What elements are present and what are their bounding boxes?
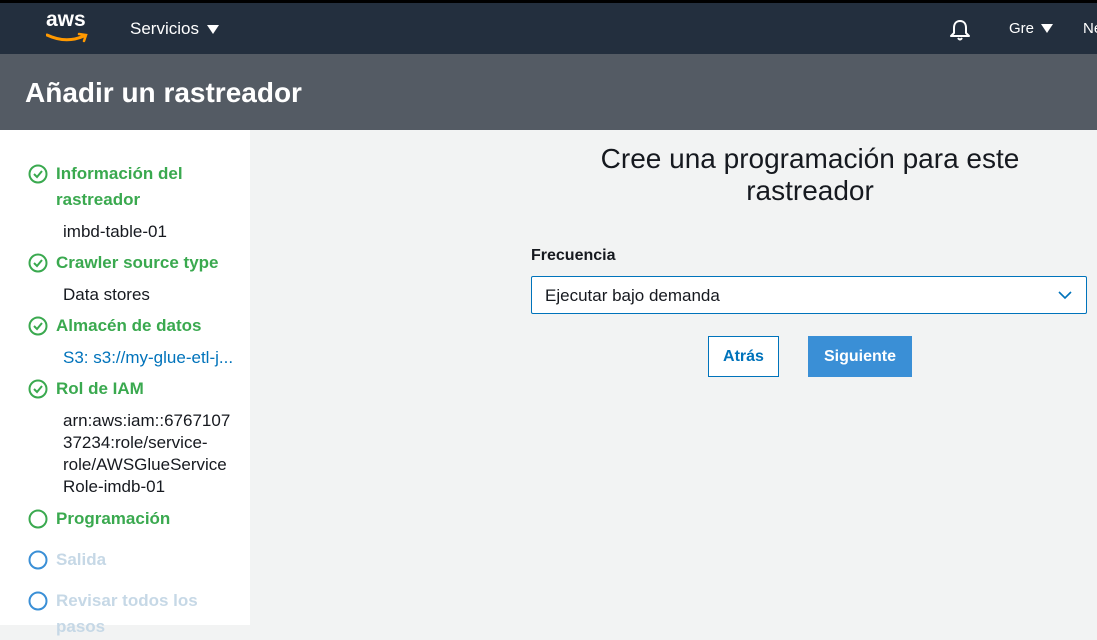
step-label: Crawler source type xyxy=(56,253,219,272)
frequency-label: Frecuencia xyxy=(531,247,616,264)
services-menu[interactable]: Servicios xyxy=(130,19,219,39)
empty-circle-icon xyxy=(28,591,48,611)
wizard-steps-sidebar: Información del rastreador imbd-table-01… xyxy=(0,130,250,636)
step-schedule[interactable]: Programación xyxy=(28,509,243,532)
top-navigation-bar: aws Servicios Gre Ne xyxy=(0,0,1097,54)
step-iam-role[interactable]: Rol de IAM arn:aws:iam::6767107 37234:ro… xyxy=(28,379,243,498)
truncated-nav-item[interactable]: Ne xyxy=(1083,20,1097,37)
frequency-value: Ejecutar bajo demanda xyxy=(545,286,720,305)
window-edge xyxy=(0,0,1097,3)
step-output[interactable]: Salida xyxy=(28,550,243,573)
chevron-down-icon xyxy=(1058,291,1072,300)
iam-arn-line: arn:aws:iam::6767107 xyxy=(63,411,231,430)
services-label: Servicios xyxy=(130,19,199,38)
step-data-store[interactable]: Almacén de datos S3: s3://my-glue-etl-j.… xyxy=(28,316,243,369)
region-menu[interactable]: Gre xyxy=(1009,20,1054,37)
step-label: Rol de IAM xyxy=(56,379,144,398)
heading-line: rastreador xyxy=(746,175,874,206)
aws-smile-icon xyxy=(46,32,88,43)
caret-down-icon xyxy=(1041,24,1054,33)
frequency-select[interactable]: Ejecutar bajo demanda xyxy=(531,276,1087,314)
schedule-heading: Cree una programación para este rastread… xyxy=(560,143,1060,207)
step-label: Almacén de datos xyxy=(56,316,202,335)
check-circle-icon xyxy=(28,253,48,273)
step-label: Salida xyxy=(56,550,107,569)
step-label: Información del rastreador xyxy=(56,164,183,209)
page-title: Añadir un rastreador xyxy=(25,77,302,108)
data-store-link[interactable]: S3: s3://my-glue-etl-j... xyxy=(63,347,243,369)
aws-logo[interactable]: aws xyxy=(46,8,90,44)
step-crawler-info[interactable]: Información del rastreador imbd-table-01 xyxy=(28,164,243,243)
step-detail: Data stores xyxy=(63,285,150,304)
check-circle-icon xyxy=(28,379,48,399)
step-review[interactable]: Revisar todos los pasos xyxy=(28,591,243,640)
iam-arn-line: Role-imdb-01 xyxy=(63,477,166,496)
step-label: Revisar todos los pasos xyxy=(56,591,198,636)
bell-icon[interactable] xyxy=(948,18,972,42)
page-header: Añadir un rastreador xyxy=(0,54,1097,130)
empty-circle-icon xyxy=(28,509,48,529)
empty-circle-icon xyxy=(28,550,48,570)
step-detail: imbd-table-01 xyxy=(63,222,167,241)
iam-arn-line: 37234:role/service- xyxy=(63,433,208,452)
iam-arn-line: role/AWSGlueService xyxy=(63,455,227,474)
region-label: Gre xyxy=(1009,20,1035,37)
aws-logo-text: aws xyxy=(46,8,86,31)
step-crawler-source-type[interactable]: Crawler source type Data stores xyxy=(28,253,243,306)
caret-down-icon xyxy=(206,24,219,34)
step-label: Programación xyxy=(56,509,171,528)
check-circle-icon xyxy=(28,164,48,184)
heading-line: Cree una programación para este xyxy=(600,143,1020,174)
iam-role-arn: arn:aws:iam::6767107 37234:role/service-… xyxy=(28,410,243,498)
next-button[interactable]: Siguiente xyxy=(808,336,912,377)
back-button[interactable]: Atrás xyxy=(708,336,779,377)
check-circle-icon xyxy=(28,316,48,336)
